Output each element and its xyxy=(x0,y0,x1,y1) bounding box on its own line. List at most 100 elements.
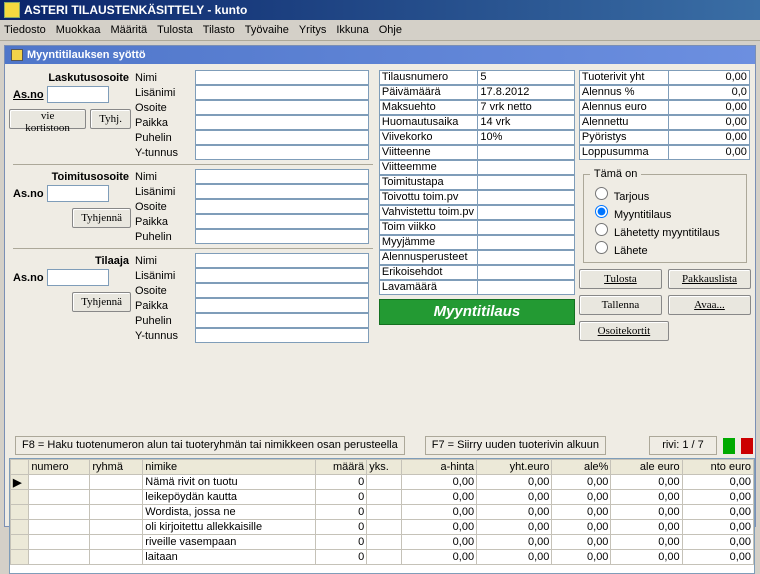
subwindow-title: Myyntitilauksen syöttö xyxy=(5,46,755,64)
type-group: Tämä on Tarjous Myyntitilaus Lähetetty m… xyxy=(583,168,747,263)
laskutus-input-3[interactable] xyxy=(195,115,369,130)
grid-col-8[interactable]: ale% xyxy=(552,460,611,475)
laskutus-label-4: Puhelin xyxy=(135,132,195,144)
menu-yritys[interactable]: Yritys xyxy=(299,24,327,36)
total-key-5: Loppusumma xyxy=(579,145,668,160)
order-val-7[interactable] xyxy=(477,175,575,190)
order-val-6[interactable] xyxy=(477,160,575,175)
laskutus-label-0: Nimi xyxy=(135,72,195,84)
pakkauslista-button[interactable]: Pakkauslista xyxy=(668,269,751,289)
toimitus-label-4: Puhelin xyxy=(135,231,195,243)
menu-muokkaa[interactable]: Muokkaa xyxy=(56,24,101,36)
tilaaja-input-0[interactable] xyxy=(195,253,369,268)
status-green-icon xyxy=(723,438,735,454)
osoitekortit-button[interactable]: Osoitekortit xyxy=(579,321,669,341)
menu-ikkuna[interactable]: Ikkuna xyxy=(336,24,368,36)
order-val-11[interactable] xyxy=(477,235,575,250)
tilaaja-input-1[interactable] xyxy=(195,268,369,283)
total-key-0: Tuoterivit yht xyxy=(579,70,668,85)
toimitus-input-2[interactable] xyxy=(195,199,369,214)
laskutus-input-4[interactable] xyxy=(195,130,369,145)
order-val-5[interactable] xyxy=(477,145,575,160)
order-val-14[interactable] xyxy=(477,280,575,295)
menu-tyovaihe[interactable]: Työvaihe xyxy=(245,24,289,36)
grid-col-0[interactable] xyxy=(11,460,29,475)
order-val-12[interactable] xyxy=(477,250,575,265)
menu-maarita[interactable]: Määritä xyxy=(110,24,147,36)
toimitus-tyhjenna-button[interactable]: Tyhjennä xyxy=(72,208,131,228)
total-key-4: Pyöristys xyxy=(579,130,668,145)
toimitus-input-4[interactable] xyxy=(195,229,369,244)
laskutus-block: Laskutusosoite As.no vie kortistoon Tyhj… xyxy=(9,70,377,160)
laskutus-tyhj-button[interactable]: Tyhj. xyxy=(90,109,131,129)
laskutus-label-2: Osoite xyxy=(135,102,195,114)
order-val-2[interactable]: 7 vrk netto xyxy=(477,100,575,115)
toimitus-input-1[interactable] xyxy=(195,184,369,199)
tilaaja-asno-input[interactable] xyxy=(47,269,109,286)
total-val-2: 0,00 xyxy=(668,100,750,115)
tilaaja-input-2[interactable] xyxy=(195,283,369,298)
grid-col-5[interactable]: yks. xyxy=(367,460,402,475)
total-key-2: Alennus euro xyxy=(579,100,668,115)
grid-col-6[interactable]: a-hinta xyxy=(401,460,476,475)
tilaaja-tyhjenna-button[interactable]: Tyhjennä xyxy=(72,292,131,312)
order-val-8[interactable] xyxy=(477,190,575,205)
order-val-13[interactable] xyxy=(477,265,575,280)
toimitus-asno-label: As.no xyxy=(13,188,44,200)
grid-col-4[interactable]: määrä xyxy=(316,460,367,475)
table-row[interactable]: Wordista, jossa ne00,000,000,000,000,00 xyxy=(11,505,754,520)
grid-col-10[interactable]: nto euro xyxy=(682,460,753,475)
menu-ohje[interactable]: Ohje xyxy=(379,24,402,36)
order-key-6: Viitteemme xyxy=(379,160,478,175)
laskutus-label-3: Paikka xyxy=(135,117,195,129)
type-option-3[interactable]: Lähete xyxy=(590,238,740,256)
laskutus-input-2[interactable] xyxy=(195,100,369,115)
tulosta-button[interactable]: Tulosta xyxy=(579,269,662,289)
table-row[interactable]: ▶Nämä rivit on tuotu00,000,000,000,000,0… xyxy=(11,475,754,490)
type-option-1[interactable]: Myyntitilaus xyxy=(590,202,740,220)
menu-tulosta[interactable]: Tulosta xyxy=(157,24,193,36)
order-val-9[interactable] xyxy=(477,205,575,220)
grid-col-3[interactable]: nimike xyxy=(143,460,316,475)
order-val-0[interactable]: 5 xyxy=(477,70,575,85)
vie-kortistoon-button[interactable]: vie kortistoon xyxy=(9,109,86,129)
tilaaja-input-3[interactable] xyxy=(195,298,369,313)
laskutus-input-1[interactable] xyxy=(195,85,369,100)
order-val-1[interactable]: 17.8.2012 xyxy=(477,85,575,100)
line-items-grid[interactable]: numeroryhmänimikemääräyks.a-hintayht.eur… xyxy=(9,458,755,574)
table-row[interactable]: leikepöydän kautta00,000,000,000,000,00 xyxy=(11,490,754,505)
subwindow: Myyntitilauksen syöttö Laskutusosoite As… xyxy=(4,45,756,527)
total-val-4: 0,00 xyxy=(668,130,750,145)
avaa-button[interactable]: Avaa... xyxy=(668,295,751,315)
order-val-10[interactable] xyxy=(477,220,575,235)
tilaaja-input-4[interactable] xyxy=(195,313,369,328)
table-row[interactable]: laitaan00,000,000,000,000,00 xyxy=(11,550,754,565)
laskutus-asno-label: As.no xyxy=(13,89,44,101)
grid-col-9[interactable]: ale euro xyxy=(611,460,682,475)
laskutus-input-5[interactable] xyxy=(195,145,369,160)
laskutus-asno-input[interactable] xyxy=(47,86,109,103)
order-key-14: Lavamäärä xyxy=(379,280,478,295)
toimitus-asno-input[interactable] xyxy=(47,185,109,202)
toimitus-input-3[interactable] xyxy=(195,214,369,229)
grid-col-2[interactable]: ryhmä xyxy=(90,460,143,475)
total-val-0: 0,00 xyxy=(668,70,750,85)
grid-col-7[interactable]: yht.euro xyxy=(477,460,552,475)
type-option-2[interactable]: Lähetetty myyntitilaus xyxy=(590,220,740,238)
status-red-icon xyxy=(741,438,753,454)
tilaaja-label-3: Paikka xyxy=(135,300,195,312)
table-row[interactable]: oli kirjoitettu allekkaisille00,000,000,… xyxy=(11,520,754,535)
order-val-3[interactable]: 14 vrk xyxy=(477,115,575,130)
grid-col-1[interactable]: numero xyxy=(29,460,90,475)
tilaaja-input-5[interactable] xyxy=(195,328,369,343)
menu-tilasto[interactable]: Tilasto xyxy=(203,24,235,36)
laskutus-input-0[interactable] xyxy=(195,70,369,85)
table-row[interactable]: riveille vasempaan00,000,000,000,000,00 xyxy=(11,535,754,550)
order-val-4[interactable]: 10% xyxy=(477,130,575,145)
type-option-0[interactable]: Tarjous xyxy=(590,184,740,202)
app-titlebar: ASTERI TILAUSTENKÄSITTELY - kunto xyxy=(0,0,760,20)
tallenna-button[interactable]: Tallenna xyxy=(579,295,662,315)
toimitus-input-0[interactable] xyxy=(195,169,369,184)
menu-tiedosto[interactable]: Tiedosto xyxy=(4,24,46,36)
order-key-13: Erikoisehdot xyxy=(379,265,478,280)
